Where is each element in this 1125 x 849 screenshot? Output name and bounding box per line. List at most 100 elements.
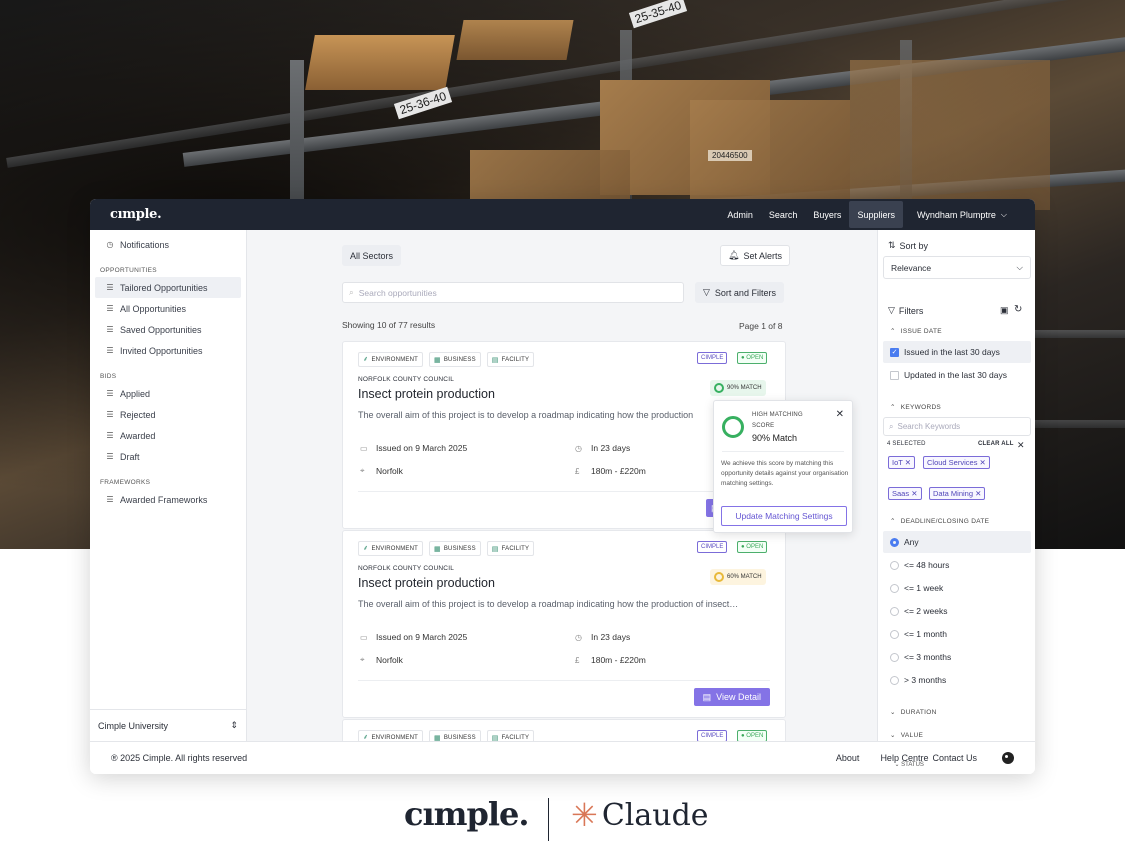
user-menu[interactable]: Wyndham Plumptre ⌵ [903, 199, 1015, 230]
timer-icon: ◷ [575, 443, 582, 453]
radio [890, 606, 899, 616]
sidebar-item-draft[interactable]: ☰ Draft [95, 446, 241, 467]
status-badge: ● OPEN [737, 352, 768, 364]
sidebar-item-rejected[interactable]: ☰ Rejected [95, 404, 241, 425]
set-alerts-label: Set Alerts [743, 250, 782, 261]
list-arrow-icon: ☰ [106, 389, 114, 398]
list-bookmark-icon: ☰ [106, 325, 114, 334]
close-icon[interactable]: ✕ [905, 458, 911, 467]
sidebar-item-saved-opportunities[interactable]: ☰ Saved Opportunities [95, 319, 241, 340]
reset-icon[interactable]: ↻ [1014, 304, 1022, 315]
keyword-chip[interactable]: Data Mining ✕ [929, 487, 986, 500]
sort-by-label: ⇅ Sort by [888, 240, 928, 251]
radio [890, 560, 899, 570]
cimple-brand-logo: cımple. [404, 795, 530, 833]
issue-option-last-30[interactable]: ✓ Issued in the last 30 days [883, 341, 1031, 363]
keyword-label: Data Mining [933, 489, 974, 498]
deadline-option-2-weeks[interactable]: <= 2 weeks [883, 600, 1031, 622]
status-label: OPEN [746, 733, 764, 739]
close-icon[interactable]: ✕ [911, 489, 917, 498]
filter-section-value[interactable]: ⌄ VALUE [890, 731, 923, 740]
tag-label: BUSINESS [443, 545, 476, 552]
keyword-chip[interactable]: IoT ✕ [888, 456, 916, 469]
close-icon[interactable]: ✕ [975, 489, 981, 498]
update-matching-settings-button[interactable]: Update Matching Settings [721, 506, 847, 526]
sidebar-item-invited-opportunities[interactable]: ☰ Invited Opportunities [95, 340, 241, 361]
nav-search[interactable]: Search [761, 199, 806, 230]
sidebar-item-awarded-frameworks[interactable]: ☰ Awarded Frameworks [95, 489, 241, 510]
match-label: 90% MATCH [727, 385, 762, 391]
nav-suppliers[interactable]: Suppliers [849, 201, 903, 228]
cookie-icon[interactable] [1002, 752, 1014, 764]
sort-filters-button[interactable]: ▽ Sort and Filters [695, 282, 784, 303]
filter-section-keywords[interactable]: ⌃ KEYWORDS [890, 403, 941, 412]
match-badge[interactable]: 60% MATCH [710, 569, 766, 585]
deadline-option-48h[interactable]: <= 48 hours [883, 554, 1031, 576]
match-badge[interactable]: 90% MATCH [710, 380, 766, 396]
copyright: ® 2025 Cimple. All rights reserved [111, 753, 248, 763]
deadline-option-1-week[interactable]: <= 1 week [883, 577, 1031, 599]
tag-label: BUSINESS [443, 734, 476, 741]
filter-section-issue-date[interactable]: ⌃ ISSUE DATE [890, 327, 942, 336]
search-icon: ⌕ [349, 287, 354, 297]
keyword-chip[interactable]: Cloud Services ✕ [923, 456, 990, 469]
list-edit-icon: ☰ [106, 452, 114, 461]
sidebar-item-applied[interactable]: ☰ Applied [95, 383, 241, 404]
close-icon[interactable]: ✕ [980, 458, 986, 467]
option-label: <= 1 month [904, 629, 948, 639]
keywords-search-input[interactable]: ⌕ Search Keywords [883, 417, 1031, 436]
sidebar-item-notifications[interactable]: ◷ Notifications [95, 234, 241, 255]
filter-section-duration[interactable]: ⌄ DURATION [890, 708, 937, 717]
section-title: ISSUE DATE [900, 327, 942, 335]
view-detail-button[interactable]: ▤ View Detail [693, 688, 770, 706]
nav-admin[interactable]: Admin [719, 199, 761, 230]
tag-facility: ▤ FACILITY [486, 352, 535, 367]
card-title[interactable]: Insect protein production [358, 387, 495, 401]
deadline-option-over-3-months[interactable]: > 3 months [883, 669, 1031, 691]
deadline-option-any[interactable]: Any [883, 531, 1031, 553]
sector-chip[interactable]: All Sectors [342, 245, 402, 266]
chevron-down-icon: ⌵ [1016, 262, 1023, 272]
clear-all-button[interactable]: CLEAR ALL [978, 441, 1014, 447]
status-label: OPEN [746, 355, 764, 361]
set-alerts-button[interactable]: 🔔︎ Set Alerts [720, 245, 790, 266]
cimple-logo[interactable]: cımple. [110, 207, 162, 222]
close-icon[interactable]: ✕ [1017, 440, 1025, 451]
sidebar-item-awarded[interactable]: ☰ Awarded [95, 425, 241, 446]
opportunity-card[interactable]: ⸙ ENVIRONMENT ▦ BUSINESS ▤ FACILITY CIMPLE … [342, 530, 786, 718]
sort-select[interactable]: Relevance ⌵ [883, 256, 1031, 279]
sidebar-item-label: All Opportunities [120, 303, 187, 314]
leaf-icon: ⸙ [363, 356, 369, 363]
search-input[interactable]: ⌕ Search opportunities [342, 282, 684, 303]
chevron-down-icon: ⌵ [1000, 209, 1007, 219]
issue-option-updated-30[interactable]: Updated in the last 30 days [883, 364, 1031, 386]
close-icon[interactable]: ✕ [836, 409, 844, 420]
timer-icon: ◷ [575, 632, 582, 642]
council-name: NORFOLK COUNTY COUNCIL [358, 565, 455, 572]
sidebar-item-tailored-opportunities[interactable]: ☰ Tailored Opportunities [95, 277, 241, 298]
filter-section-deadline[interactable]: ⌃ DEADLINE/CLOSING DATE [890, 517, 989, 526]
university-switcher[interactable]: Cimple University ⇕ [90, 709, 246, 741]
radio [890, 675, 899, 685]
top-navbar: cımple. Admin Search Buyers Suppliers Wy… [90, 199, 1035, 230]
footer-link-about[interactable]: About [836, 753, 860, 763]
footer-link-help[interactable]: Help Centre ⌄ STATUS [880, 753, 928, 768]
deadline-option-3-months[interactable]: <= 3 months [883, 646, 1031, 668]
sidebar-item-all-opportunities[interactable]: ☰ All Opportunities [95, 298, 241, 319]
nav-buyers[interactable]: Buyers [805, 199, 849, 230]
status-section-peek: ⌄ STATUS [894, 762, 924, 768]
save-icon[interactable]: ▣ [1000, 305, 1009, 316]
card-title[interactable]: Insect protein production [358, 576, 495, 590]
card-tags: ⸙ ENVIRONMENT ▦ BUSINESS ▤ FACILITY [358, 541, 540, 556]
issued-label: Issued on 9 March 2025 [376, 632, 468, 642]
location-label: Norfolk [376, 655, 403, 665]
section-header: FRAMEWORKS [100, 479, 151, 486]
footer-link-contact[interactable]: Contact Us [932, 753, 977, 763]
section-title: STATUS [901, 762, 924, 768]
sidebar: ◷ Notifications OPPORTUNITIES ☰ Tailored O… [90, 230, 247, 741]
claude-starburst-icon: ✳︎ [571, 797, 598, 833]
tag-label: ENVIRONMENT [371, 356, 418, 363]
deadline-option-1-month[interactable]: <= 1 month [883, 623, 1031, 645]
keyword-chip[interactable]: Saas ✕ [888, 487, 922, 500]
sort-icon: ⇅ [888, 240, 896, 250]
